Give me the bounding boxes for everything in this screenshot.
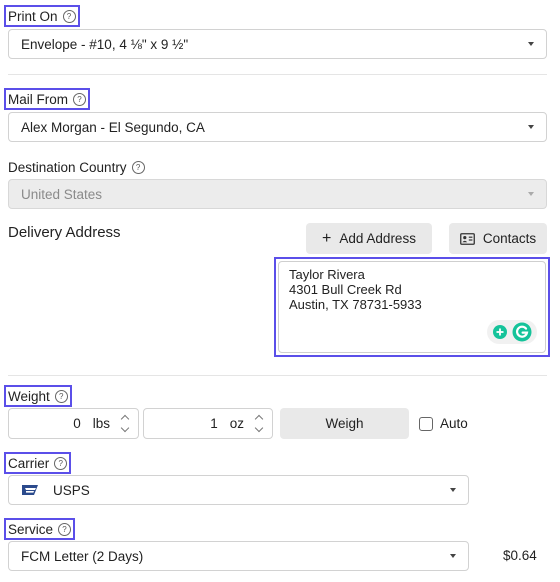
weight-label: Weight ? <box>4 385 72 407</box>
delivery-address-textarea[interactable]: Taylor Rivera 4301 Bull Creek Rd Austin,… <box>278 261 546 353</box>
service-label: Service ? <box>4 518 76 540</box>
help-icon[interactable]: ? <box>54 456 68 470</box>
mail-from-select[interactable]: Alex Morgan - El Segundo, CA <box>8 112 547 142</box>
delivery-address-heading: Delivery Address <box>8 224 121 241</box>
carrier-select[interactable]: USPS <box>8 475 469 505</box>
address-line: Taylor Rivera <box>289 267 365 282</box>
help-icon[interactable]: ? <box>58 522 72 536</box>
grammarly-widget[interactable] <box>487 320 537 344</box>
usps-eagle-icon <box>22 485 38 495</box>
auto-checkbox-row[interactable]: Auto <box>419 416 468 431</box>
contacts-card-icon <box>459 232 475 245</box>
help-icon[interactable]: ? <box>131 160 145 174</box>
dropdown-caret-icon <box>528 192 534 196</box>
destination-country-select: United States <box>8 179 547 209</box>
weight-oz-stepper[interactable]: 1 oz <box>143 408 273 439</box>
service-select[interactable]: FCM Letter (2 Days) <box>8 541 469 571</box>
print-on-label: Print On ? <box>4 5 80 27</box>
weight-lbs-stepper[interactable]: 0 lbs <box>8 408 139 439</box>
dropdown-caret-icon <box>450 554 456 558</box>
mail-from-label: Mail From ? <box>4 88 90 110</box>
dropdown-caret-icon <box>450 488 456 492</box>
address-line: Austin, TX 78731-5933 <box>289 297 422 312</box>
address-line: 4301 Bull Creek Rd <box>289 282 402 297</box>
delivery-address-textarea-highlight: Taylor Rivera 4301 Bull Creek Rd Austin,… <box>274 257 550 357</box>
carrier-label: Carrier ? <box>4 452 72 474</box>
plus-icon: + <box>322 229 332 247</box>
print-on-select[interactable]: Envelope - #10, 4 ⅛" x 9 ½" <box>8 29 547 59</box>
stepper-icon[interactable] <box>254 414 264 433</box>
add-address-button[interactable]: + Add Address <box>306 223 432 254</box>
weigh-button[interactable]: Weigh <box>280 408 409 439</box>
auto-checkbox[interactable] <box>419 416 433 431</box>
contacts-button[interactable]: Contacts <box>449 223 547 254</box>
destination-country-label: Destination Country ? <box>8 158 145 176</box>
lightbulb-icon <box>493 325 507 339</box>
grammarly-icon <box>512 322 532 342</box>
dropdown-caret-icon <box>528 125 534 129</box>
section-divider <box>8 375 547 376</box>
help-icon[interactable]: ? <box>62 9 76 23</box>
dropdown-caret-icon <box>528 42 534 46</box>
service-price: $0.64 <box>503 548 537 563</box>
help-icon[interactable]: ? <box>54 389 68 403</box>
help-icon[interactable]: ? <box>73 92 86 106</box>
stepper-icon[interactable] <box>120 414 130 433</box>
section-divider <box>8 74 547 75</box>
